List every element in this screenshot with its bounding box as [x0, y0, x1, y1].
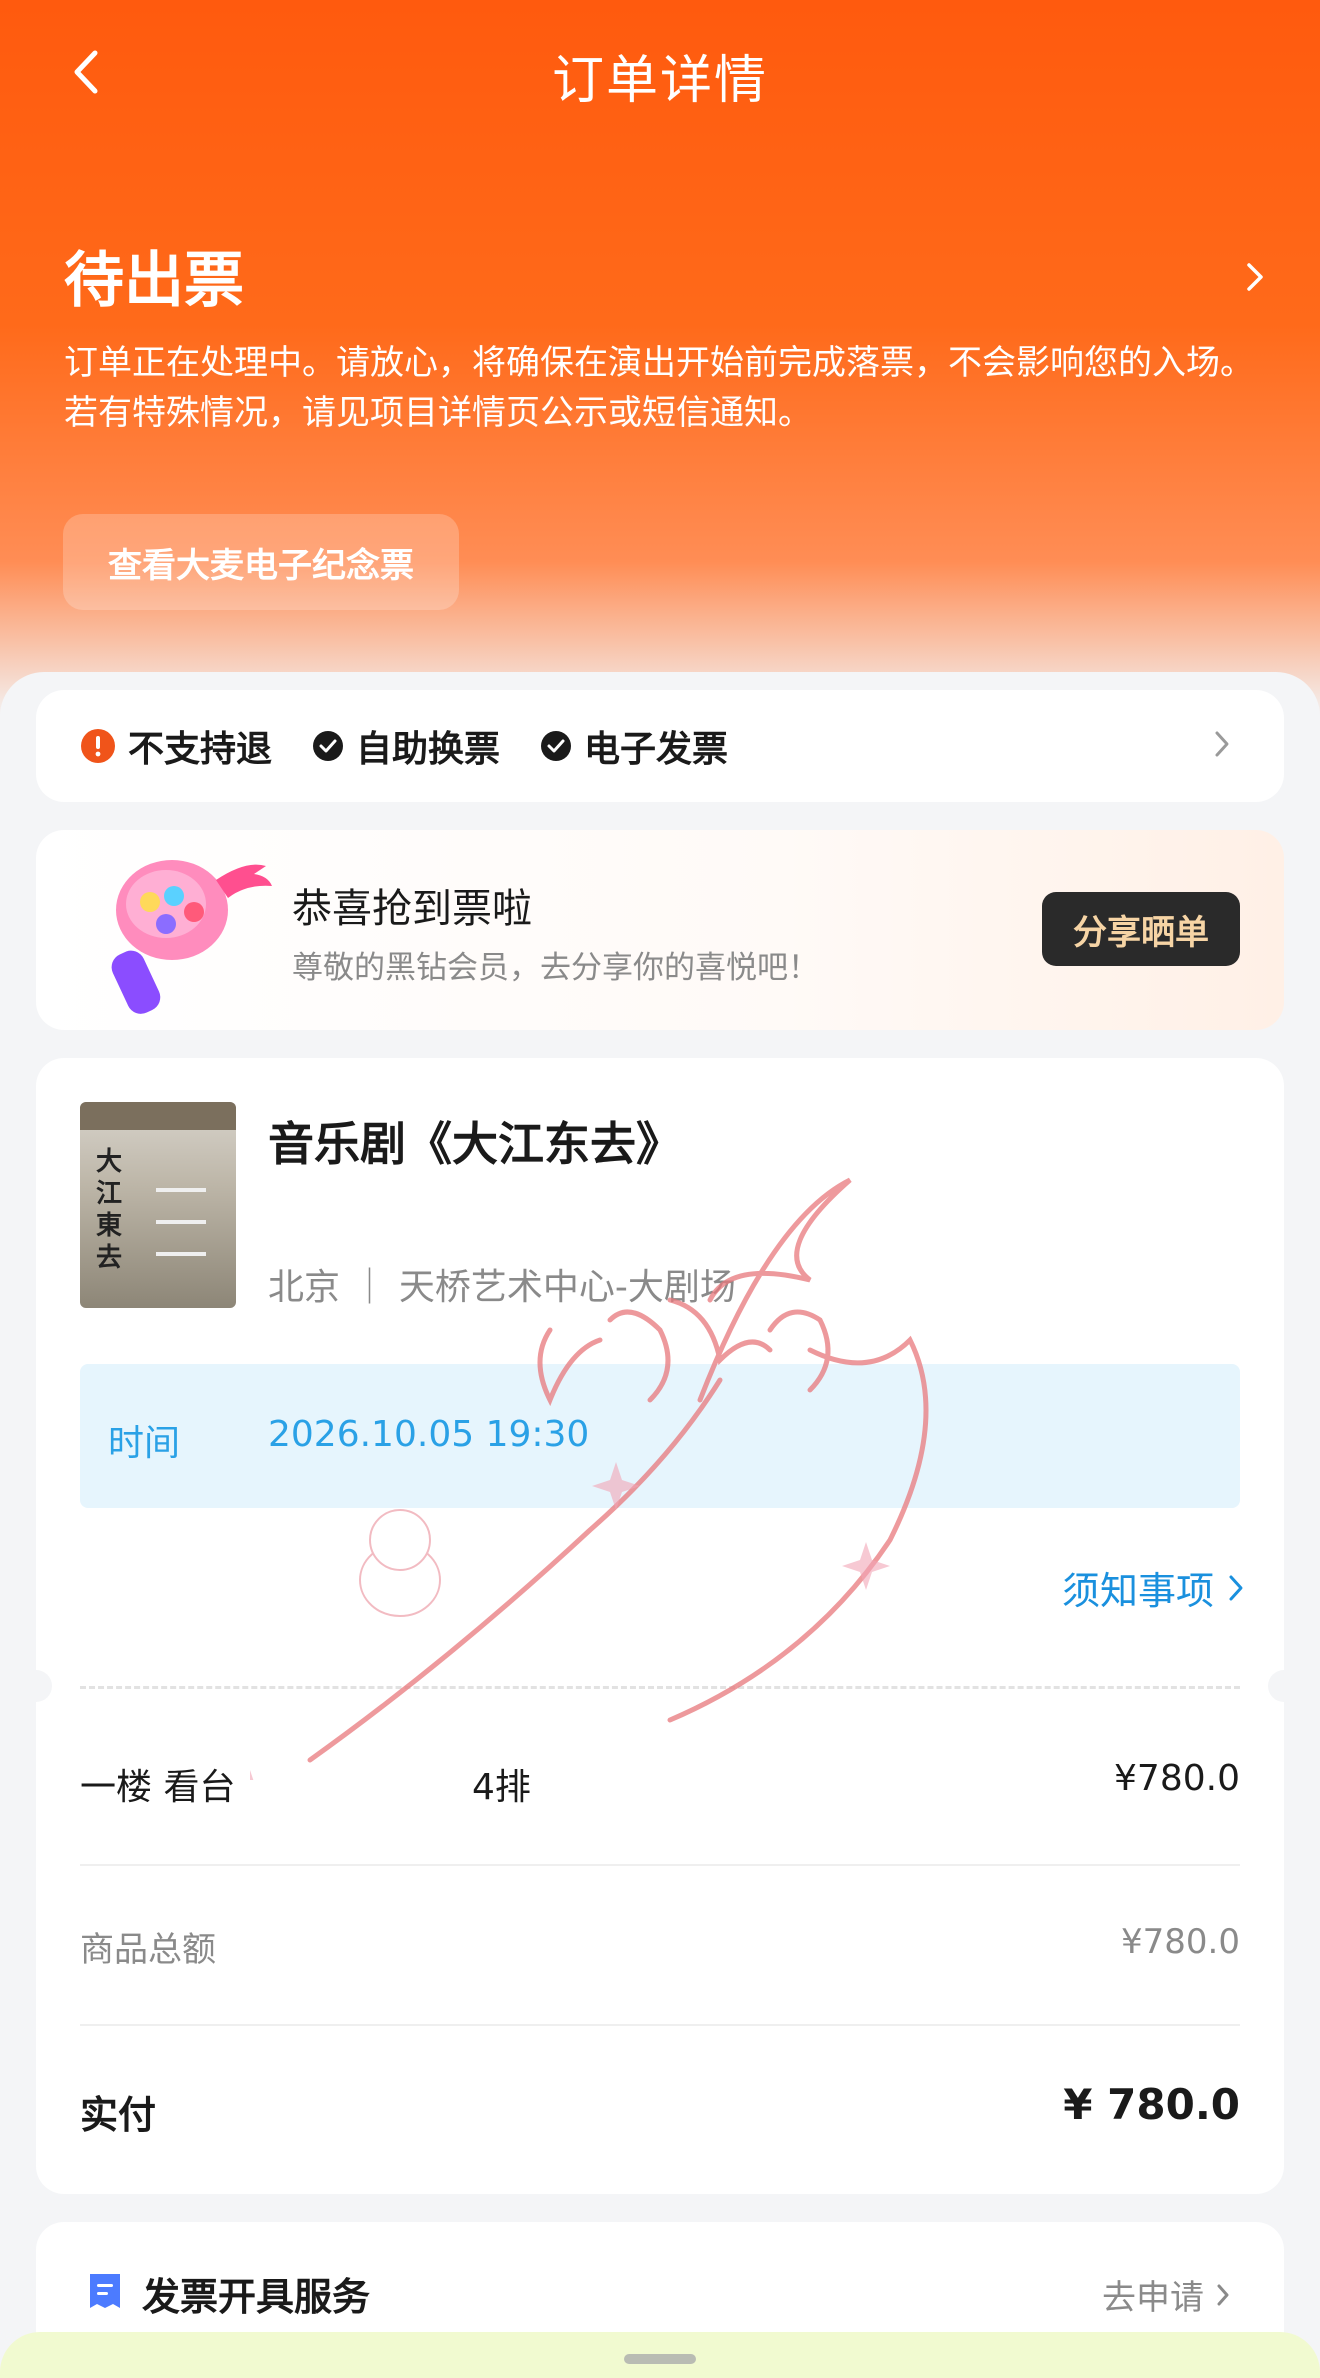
policy-no-refund: 不支持退	[80, 720, 272, 772]
policy-e-invoice: 电子发票	[540, 720, 728, 772]
policy-label: 电子发票	[584, 729, 729, 770]
showtime-box: 时间 2026.10.05 19:30	[80, 1364, 1240, 1508]
subtotal-value: ¥780.0	[1121, 1922, 1240, 1962]
chevron-right-icon	[1229, 1575, 1243, 1600]
light-stick-icon	[111, 860, 272, 1014]
share-button[interactable]: 分享晒单	[1042, 892, 1240, 966]
notice-link[interactable]: 须知事项	[1062, 1560, 1244, 1615]
status-chevron-icon[interactable]	[1246, 262, 1264, 296]
paid-value: ¥ 780.0	[1063, 2080, 1240, 2129]
ticket-notch-left	[20, 1670, 52, 1702]
congrats-banner: 恭喜抢到票啦 尊敬的黑钻会员，去分享你的喜悦吧！ 分享晒单	[36, 830, 1284, 1030]
invoice-icon	[90, 2274, 120, 2308]
invoice-apply-link[interactable]: 去申请	[1102, 2270, 1230, 2319]
policy-label: 自助换票	[356, 729, 501, 770]
policy-label: 不支持退	[128, 729, 273, 770]
poster-line	[156, 1252, 206, 1256]
policy-self-exchange: 自助换票	[312, 720, 500, 772]
event-venue: 北京 ｜ 天桥艺术中心-大剧场	[268, 1267, 736, 1308]
seat-row: 4排	[472, 1767, 531, 1808]
divider	[80, 1864, 1240, 1866]
poster-line	[156, 1188, 206, 1192]
congrats-title: 恭喜抢到票啦	[292, 886, 532, 932]
congrats-subtitle: 尊敬的黑钻会员，去分享你的喜悦吧！	[292, 950, 819, 986]
order-status-description: 订单正在处理中。请放心，将确保在演出开始前完成落票，不会影响您的入场。若有特殊情…	[64, 343, 1254, 433]
warning-icon	[81, 729, 115, 763]
dashed-divider	[80, 1686, 1240, 1689]
event-poster[interactable]: 大江東去	[80, 1102, 236, 1308]
time-label: 时间	[108, 1423, 181, 1464]
check-icon	[541, 731, 572, 761]
notice-link-label: 须知事项	[1061, 1569, 1214, 1613]
seat-area: 一楼 看台	[80, 1767, 236, 1808]
divider	[80, 2024, 1240, 2026]
invoice-apply-label: 去申请	[1102, 2278, 1204, 2318]
paid-label: 实付	[80, 2093, 157, 2137]
poster-band	[80, 1102, 236, 1130]
poster-line	[156, 1220, 206, 1224]
subtotal-label: 商品总额	[80, 1930, 216, 1970]
page-title: 订单详情	[551, 51, 768, 111]
ticket-notch-right	[1268, 1670, 1300, 1702]
seat-price: ¥780.0	[1114, 1758, 1240, 1799]
invoice-title: 发票开具服务	[142, 2275, 371, 2319]
check-icon	[313, 731, 344, 761]
home-indicator[interactable]	[624, 2354, 696, 2364]
chevron-right-icon	[1217, 2284, 1229, 2305]
ticket-policy-card[interactable]: 不支持退 自助换票 电子发票	[36, 690, 1284, 802]
event-title[interactable]: 音乐剧《大江东去》	[268, 1108, 682, 1174]
souvenir-ticket-button[interactable]: 查看大麦电子纪念票	[63, 514, 459, 610]
poster-title: 大江東去	[96, 1147, 123, 1273]
order-status-title[interactable]: 待出票	[64, 232, 244, 319]
chevron-right-icon[interactable]	[1214, 730, 1230, 762]
time-value: 2026.10.05 19:30	[268, 1414, 590, 1455]
order-detail-card: 大江東去 音乐剧《大江东去》 北京 ｜ 天桥艺术中心-大剧场 时间 2026.1…	[20, 1058, 1300, 2194]
